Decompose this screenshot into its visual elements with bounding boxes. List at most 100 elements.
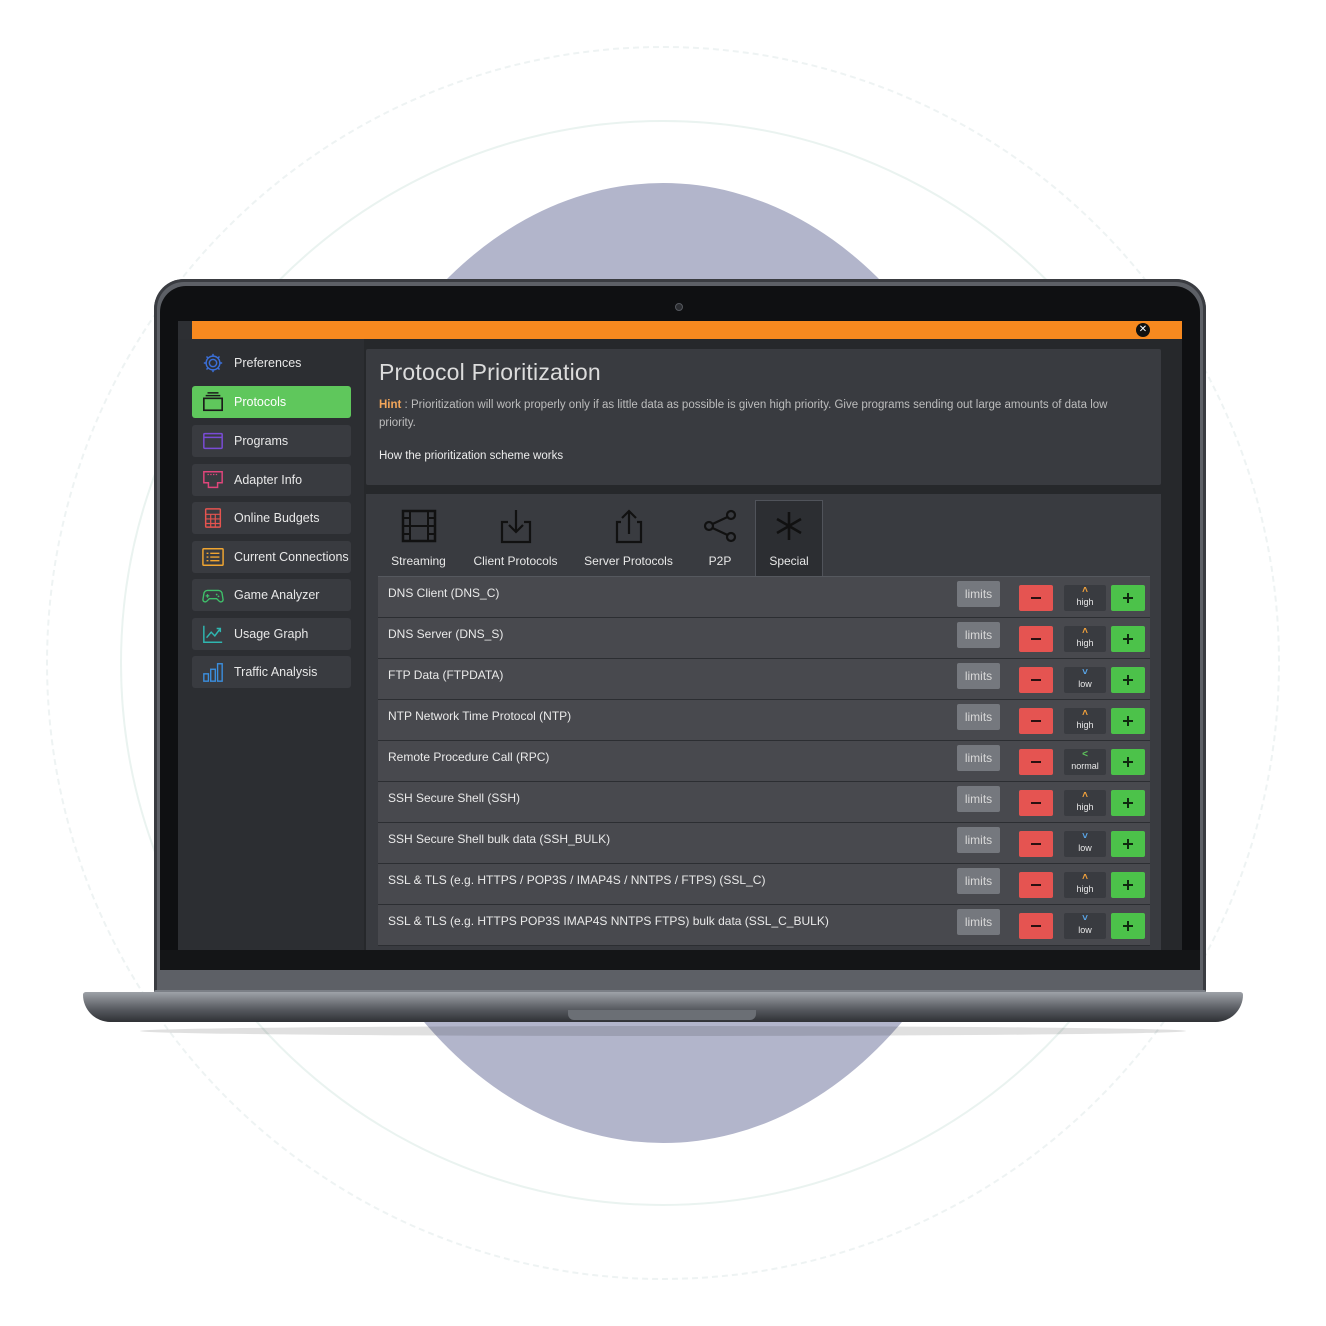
priority-label: high [1076, 884, 1094, 894]
limits-button[interactable]: limits [957, 704, 1000, 730]
layers-icon [200, 391, 226, 413]
tab-special[interactable]: Special [755, 500, 823, 576]
laptop-shadow [140, 1026, 1186, 1036]
camera-icon [675, 303, 683, 311]
decrease-priority-button[interactable] [1019, 585, 1053, 611]
network-adapter-icon [200, 469, 226, 491]
tab-client-protocols[interactable]: Client Protocols [459, 500, 572, 576]
limits-button[interactable]: limits [957, 786, 1000, 812]
limits-button[interactable]: limits [957, 663, 1000, 689]
tab-label: Client Protocols [473, 554, 558, 568]
share-icon [702, 508, 738, 544]
tab-label: Streaming [391, 554, 446, 568]
sidebar-item-label: Protocols [234, 395, 287, 409]
bar-chart-icon [200, 661, 226, 683]
limits-button[interactable]: limits [957, 909, 1000, 935]
limits-button[interactable]: limits [957, 622, 1000, 648]
protocol-row: NTP Network Time Protocol (NTP) limits ˄… [378, 700, 1150, 741]
limits-button[interactable]: limits [957, 745, 1000, 771]
sidebar-item-game-analyzer[interactable]: Game Analyzer [192, 579, 351, 611]
priority-label: low [1078, 843, 1092, 853]
increase-priority-button[interactable] [1111, 626, 1145, 652]
close-icon[interactable]: ✕ [1136, 323, 1150, 337]
limits-button[interactable]: limits [957, 868, 1000, 894]
decrease-priority-button[interactable] [1019, 708, 1053, 734]
protocol-name: Remote Procedure Call (RPC) [388, 750, 550, 764]
title-bar: ✕ [192, 321, 1182, 339]
sidebar-item-preferences[interactable]: Preferences [192, 347, 351, 379]
tab-label: P2P [708, 554, 732, 568]
priority-arrow-icon: ˅ [1082, 913, 1088, 924]
limits-button[interactable]: limits [957, 827, 1000, 853]
film-icon [401, 508, 437, 544]
category-tabs: Streaming Client Protocols Server Protoc… [378, 500, 823, 576]
decrease-priority-button[interactable] [1019, 872, 1053, 898]
priority-label: low [1078, 679, 1092, 689]
priority-arrow-icon: ˄ [1082, 708, 1088, 719]
priority-label: high [1076, 720, 1094, 730]
tab-streaming[interactable]: Streaming [378, 500, 459, 576]
decrease-priority-button[interactable] [1019, 749, 1053, 775]
stage: ✕ Preferences Protocols Programs Adapter… [0, 0, 1326, 1326]
priority-label: high [1076, 597, 1094, 607]
priority-arrow-icon: ˄ [1082, 872, 1088, 883]
laptop-notch [568, 1010, 756, 1020]
sidebar-item-online-budgets[interactable]: Online Budgets [192, 502, 351, 534]
protocol-name: SSH Secure Shell bulk data (SSH_BULK) [388, 832, 611, 846]
decrease-priority-button[interactable] [1019, 913, 1053, 939]
decrease-priority-button[interactable] [1019, 790, 1053, 816]
list-icon [200, 546, 226, 568]
app-window: ✕ Preferences Protocols Programs Adapter… [178, 321, 1182, 950]
sidebar-item-label: Current Connections [234, 550, 349, 564]
increase-priority-button[interactable] [1111, 831, 1145, 857]
priority-indicator: ˄ high [1064, 585, 1106, 611]
increase-priority-button[interactable] [1111, 585, 1145, 611]
priority-arrow-icon: ˅ [1082, 667, 1088, 678]
sidebar-item-label: Traffic Analysis [234, 665, 318, 679]
protocol-name: SSH Secure Shell (SSH) [388, 791, 521, 805]
sidebar-item-traffic-analysis[interactable]: Traffic Analysis [192, 656, 351, 688]
scheme-link[interactable]: How the prioritization scheme works [379, 450, 1148, 462]
priority-arrow-icon: ˂ [1082, 749, 1088, 760]
sidebar: Preferences Protocols Programs Adapter I… [178, 339, 364, 950]
page-title: Protocol Prioritization [379, 359, 601, 385]
protocol-row: DNS Client (DNS_C) limits ˄ high [378, 577, 1150, 618]
sidebar-item-protocols[interactable]: Protocols [192, 386, 351, 418]
increase-priority-button[interactable] [1111, 708, 1145, 734]
priority-indicator: ˄ high [1064, 708, 1106, 734]
sidebar-item-label: Online Budgets [234, 511, 320, 525]
download-icon [498, 508, 534, 544]
increase-priority-button[interactable] [1111, 667, 1145, 693]
tab-label: Server Protocols [584, 554, 673, 568]
sidebar-item-current-connections[interactable]: Current Connections [192, 541, 351, 573]
hint-body: : Prioritization will work properly only… [379, 399, 1108, 429]
increase-priority-button[interactable] [1111, 790, 1145, 816]
limits-button[interactable]: limits [957, 581, 1000, 607]
protocol-row: SSH Secure Shell bulk data (SSH_BULK) li… [378, 823, 1150, 864]
priority-indicator: ˅ low [1064, 831, 1106, 857]
window-icon [200, 430, 226, 452]
sidebar-item-programs[interactable]: Programs [192, 425, 351, 457]
sidebar-item-adapter-info[interactable]: Adapter Info [192, 464, 351, 496]
decrease-priority-button[interactable] [1019, 831, 1053, 857]
protocol-row: SSL & TLS (e.g. HTTPS POP3S IMAP4S NNTPS… [378, 905, 1150, 946]
decrease-priority-button[interactable] [1019, 667, 1053, 693]
priority-label: high [1076, 638, 1094, 648]
sidebar-item-label: Game Analyzer [234, 588, 320, 602]
asterisk-icon [771, 508, 807, 544]
sidebar-item-label: Preferences [234, 356, 302, 370]
decrease-priority-button[interactable] [1019, 626, 1053, 652]
priority-label: normal [1071, 761, 1099, 771]
laptop-chin [160, 950, 1200, 970]
calculator-icon [200, 507, 226, 529]
priority-indicator: ˄ high [1064, 872, 1106, 898]
sidebar-item-usage-graph[interactable]: Usage Graph [192, 618, 351, 650]
increase-priority-button[interactable] [1111, 749, 1145, 775]
tab-p2p[interactable]: P2P [685, 500, 755, 576]
increase-priority-button[interactable] [1111, 872, 1145, 898]
priority-indicator: ˄ high [1064, 790, 1106, 816]
tab-server-protocols[interactable]: Server Protocols [572, 500, 685, 576]
increase-priority-button[interactable] [1111, 913, 1145, 939]
sidebar-item-label: Programs [234, 434, 289, 448]
protocol-row: SSL & TLS (e.g. HTTPS / POP3S / IMAP4S /… [378, 864, 1150, 905]
